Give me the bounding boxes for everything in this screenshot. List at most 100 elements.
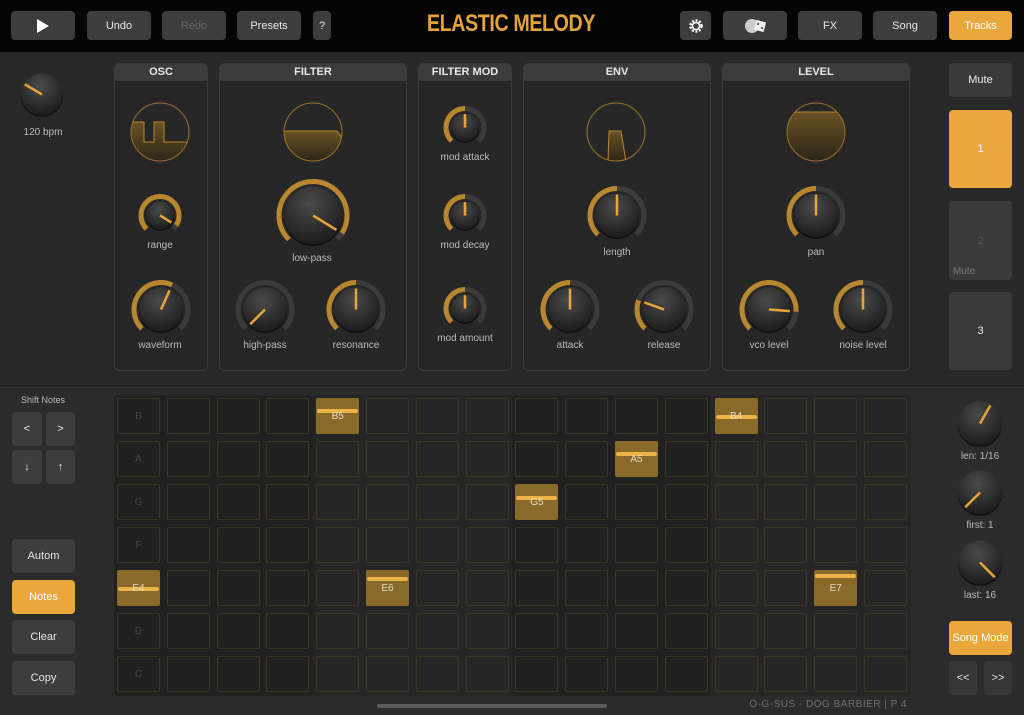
noise-level-knob[interactable] (833, 280, 893, 345)
step-cell[interactable] (415, 527, 459, 563)
horizontal-scrollbar[interactable] (377, 704, 607, 708)
track-2-button[interactable]: 2 Mute (949, 201, 1012, 280)
next-pattern-button[interactable]: >> (984, 661, 1012, 695)
note-length-knob[interactable] (957, 401, 1003, 452)
step-cell[interactable] (565, 484, 609, 520)
step-cell[interactable] (714, 441, 758, 477)
step-cell[interactable] (465, 484, 509, 520)
low-pass-knob[interactable] (276, 179, 350, 258)
step-cell[interactable] (415, 570, 459, 606)
step-cell[interactable] (266, 441, 310, 477)
step-cell[interactable] (216, 441, 260, 477)
notes-button[interactable]: Notes (12, 580, 75, 614)
step-cell[interactable] (565, 613, 609, 649)
step-cell[interactable] (714, 656, 758, 692)
release-knob[interactable] (634, 280, 694, 345)
step-cell[interactable] (316, 656, 360, 692)
step-cell[interactable] (366, 441, 409, 477)
step-cell[interactable] (664, 527, 708, 563)
step-cell[interactable] (714, 484, 758, 520)
song-button[interactable]: Song (873, 11, 937, 40)
step-cell[interactable] (166, 484, 210, 520)
note-cell[interactable]: E7 (814, 570, 858, 606)
step-cell[interactable] (366, 527, 409, 563)
step-cell[interactable] (764, 613, 808, 649)
step-cell[interactable] (565, 570, 609, 606)
step-cell[interactable] (565, 441, 609, 477)
step-cell[interactable] (664, 484, 708, 520)
step-cell[interactable] (465, 527, 509, 563)
step-cell[interactable] (266, 570, 310, 606)
step-cell[interactable] (664, 398, 708, 434)
step-cell[interactable] (515, 441, 559, 477)
step-cell[interactable] (864, 613, 907, 649)
last-step-knob[interactable] (957, 540, 1003, 591)
step-cell[interactable]: D (117, 613, 160, 649)
step-cell[interactable] (814, 484, 858, 520)
step-cell[interactable] (814, 398, 858, 434)
step-cell[interactable] (615, 656, 658, 692)
step-cell[interactable] (664, 570, 708, 606)
step-cell[interactable] (316, 527, 360, 563)
step-cell[interactable] (864, 484, 907, 520)
step-cell[interactable] (764, 441, 808, 477)
step-cell[interactable] (864, 656, 907, 692)
shift-left-button[interactable]: < (12, 412, 42, 446)
tempo-knob[interactable] (20, 73, 64, 122)
mod-amount-knob[interactable] (443, 287, 487, 336)
play-button[interactable] (11, 11, 75, 40)
step-cell[interactable] (216, 613, 260, 649)
note-cell[interactable]: E6 (366, 570, 409, 606)
step-cell[interactable] (316, 613, 360, 649)
step-cell[interactable] (764, 527, 808, 563)
step-cell[interactable] (615, 613, 658, 649)
step-cell[interactable] (415, 441, 459, 477)
note-cell[interactable]: G5 (515, 484, 559, 520)
step-cell[interactable] (316, 570, 360, 606)
high-pass-knob[interactable] (235, 280, 295, 345)
step-cell[interactable] (565, 656, 609, 692)
step-cell[interactable] (465, 656, 509, 692)
undo-button[interactable]: Undo (87, 11, 151, 40)
note-level-bar[interactable] (815, 574, 857, 579)
step-cell[interactable] (615, 527, 658, 563)
step-cell[interactable] (864, 527, 907, 563)
step-cell[interactable] (166, 656, 210, 692)
step-cell[interactable] (764, 398, 808, 434)
step-cell[interactable]: C (117, 656, 160, 692)
shift-down-button[interactable]: ↓ (12, 450, 42, 484)
step-cell[interactable] (664, 613, 708, 649)
step-cell[interactable] (465, 570, 509, 606)
note-cell[interactable]: B5 (316, 398, 360, 434)
range-knob[interactable] (138, 194, 182, 243)
resonance-knob[interactable] (326, 280, 386, 345)
step-cell[interactable] (366, 398, 409, 434)
step-cell[interactable] (465, 613, 509, 649)
shift-right-button[interactable]: > (46, 412, 75, 446)
step-cell[interactable] (216, 656, 260, 692)
step-cell[interactable] (166, 441, 210, 477)
vco-level-knob[interactable] (739, 280, 799, 345)
step-cell[interactable] (664, 656, 708, 692)
step-cell[interactable] (465, 441, 509, 477)
step-cell[interactable] (316, 441, 360, 477)
step-cell[interactable] (216, 398, 260, 434)
step-cell[interactable] (515, 613, 559, 649)
step-cell[interactable] (814, 613, 858, 649)
attack-knob[interactable] (540, 280, 600, 345)
step-cell[interactable] (166, 398, 210, 434)
step-cell[interactable] (615, 484, 658, 520)
step-cell[interactable] (664, 441, 708, 477)
step-cell[interactable] (266, 527, 310, 563)
previous-pattern-button[interactable]: << (949, 661, 977, 695)
shift-up-button[interactable]: ↑ (46, 450, 75, 484)
step-cell[interactable] (864, 398, 907, 434)
step-cell[interactable] (515, 527, 559, 563)
step-cell[interactable] (615, 570, 658, 606)
step-cell[interactable] (266, 656, 310, 692)
step-cell[interactable] (366, 484, 409, 520)
step-cell[interactable] (415, 613, 459, 649)
autom-button[interactable]: Autom (12, 539, 75, 573)
help-button[interactable]: ? (313, 11, 331, 40)
step-cell[interactable] (166, 570, 210, 606)
